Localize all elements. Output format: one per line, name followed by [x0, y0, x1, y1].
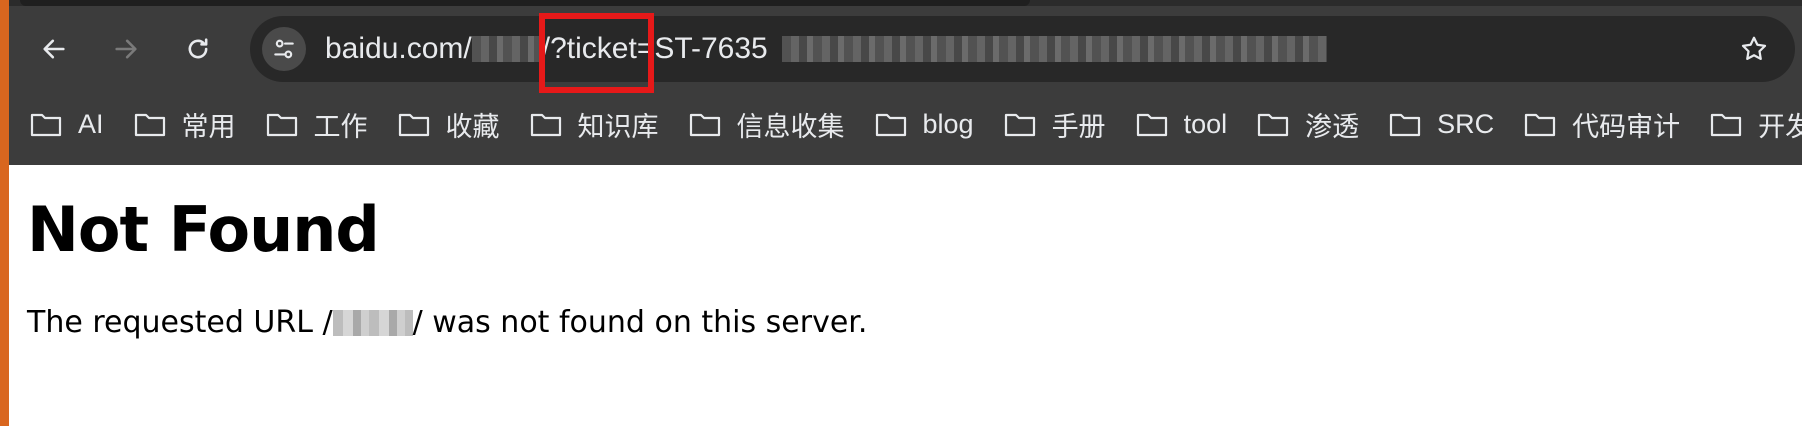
tune-icon: [274, 39, 294, 59]
bookmark-label: AI: [78, 108, 104, 139]
folder-icon: [1004, 113, 1035, 137]
folder-icon: [1525, 113, 1556, 137]
folder-icon: [134, 113, 165, 137]
bookmark-label: blog: [922, 108, 974, 139]
bookmark-label: 工作: [313, 111, 368, 142]
tab-strip: [0, 0, 1802, 6]
folder-icon: [1136, 113, 1167, 137]
folder-icon: [1258, 113, 1289, 137]
bookmark-folder-dev[interactable]: 开发: [1710, 104, 1802, 144]
active-tab-edge[interactable]: [20, 0, 1030, 6]
folder-icon: [875, 113, 906, 137]
bookmark-star-button[interactable]: [1735, 30, 1773, 68]
arrow-right-icon: [115, 39, 137, 59]
bookmark-label: 开发: [1758, 111, 1802, 142]
folder-icon: [689, 113, 720, 137]
bookmark-label: 代码审计: [1572, 111, 1681, 142]
reload-button[interactable]: [175, 26, 221, 72]
site-info-button[interactable]: [262, 27, 306, 71]
url-text[interactable]: baidu.com//?ticket=ST-7635: [325, 29, 1327, 69]
page-content: Not Found The requested URL / / was not f…: [27, 192, 1787, 340]
bookmark-folder-common[interactable]: 常用: [134, 104, 236, 144]
message-end: / was not found on this server.: [412, 305, 868, 340]
error-message: The requested URL / / was not found on th…: [27, 304, 1787, 340]
bookmark-label: 收藏: [445, 111, 500, 142]
window-edge-accent: [0, 0, 9, 426]
page-title: Not Found: [27, 193, 380, 266]
folder-icon: [266, 113, 297, 137]
url-query-value: =ST-7635: [636, 32, 768, 65]
bookmark-folder-knowledge[interactable]: 知识库: [530, 104, 659, 144]
arrow-left-icon: [43, 39, 65, 59]
folder-icon: [1711, 113, 1742, 137]
folder-icon: [398, 113, 429, 137]
bookmark-folder-ai[interactable]: AI: [30, 104, 104, 144]
redacted-url: [332, 309, 413, 336]
bookmark-folder-blog[interactable]: blog: [875, 104, 974, 144]
back-button[interactable]: [31, 26, 77, 72]
bookmark-folder-pentest[interactable]: 渗透: [1257, 104, 1359, 144]
forward-button[interactable]: [103, 26, 149, 72]
bookmarks-bar: AI 常用 工作 收藏 知识库 信息收集 blog 手册 tool 渗透 SRC…: [30, 104, 1802, 144]
bookmark-folder-tool[interactable]: tool: [1136, 104, 1228, 144]
url-host: baidu.com/: [325, 32, 472, 65]
redacted-ticket: [781, 36, 1327, 62]
star-icon: [1741, 36, 1767, 60]
bookmark-folder-code-audit[interactable]: 代码审计: [1524, 104, 1680, 144]
reload-icon: [188, 38, 208, 59]
bookmark-label: 信息收集: [736, 111, 845, 142]
bookmark-label: tool: [1183, 108, 1228, 139]
address-bar[interactable]: baidu.com//?ticket=ST-7635: [250, 16, 1795, 82]
bookmark-label: 手册: [1051, 111, 1106, 142]
bookmark-label: 知识库: [577, 111, 659, 142]
bookmark-folder-manual[interactable]: 手册: [1004, 104, 1106, 144]
bookmark-folder-favorites[interactable]: 收藏: [398, 104, 500, 144]
bookmark-folder-work[interactable]: 工作: [266, 104, 368, 144]
message-start: The requested URL /: [27, 305, 333, 340]
bookmark-label: 常用: [181, 111, 236, 142]
browser-toolbar: baidu.com//?ticket=ST-7635 AI 常用 工作 收藏 知…: [0, 0, 1802, 165]
folder-icon: [1390, 113, 1421, 137]
bookmark-label: SRC: [1437, 108, 1495, 139]
annotation-highlight-box: [539, 13, 654, 93]
folder-icon: [530, 113, 561, 137]
bookmark-folder-src[interactable]: SRC: [1389, 104, 1494, 144]
redacted-path: [471, 36, 542, 62]
bookmark-label: 渗透: [1305, 111, 1360, 142]
bookmark-folder-recon[interactable]: 信息收集: [689, 104, 845, 144]
folder-icon: [30, 113, 62, 137]
